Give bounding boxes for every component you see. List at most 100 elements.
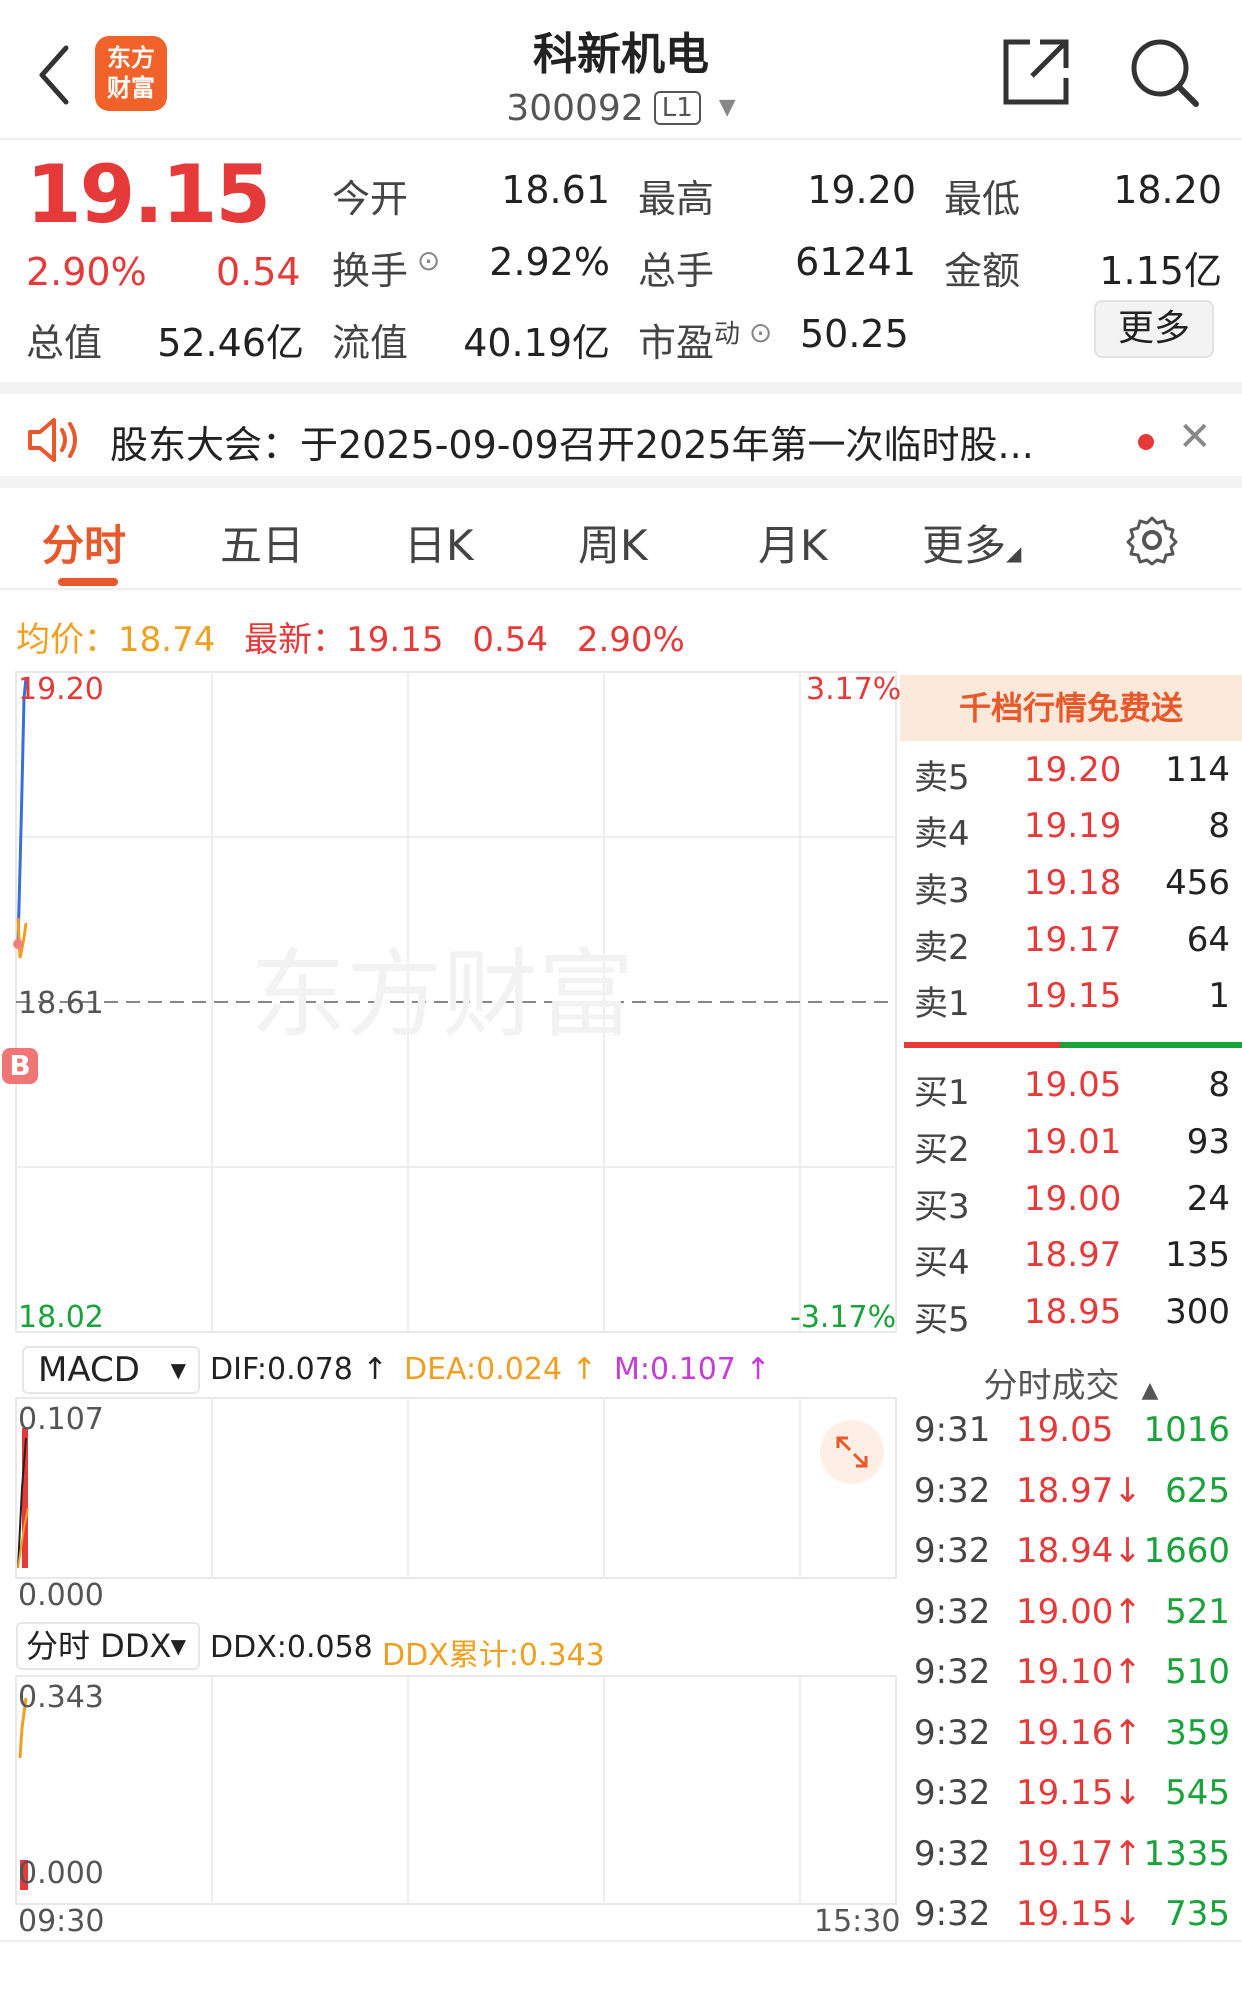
tick-price: 19.15↓	[1016, 1894, 1142, 1934]
share-button[interactable]	[1000, 36, 1072, 108]
dropdown-triangle-icon: ▼	[170, 1358, 186, 1382]
average-line	[16, 917, 28, 959]
ddx-indicator-select[interactable]: 分时 DDX ▼	[16, 1622, 200, 1670]
tick-price: 19.16↑	[1016, 1713, 1142, 1753]
ask-row[interactable]: 卖1 19.15 1	[914, 976, 1230, 1030]
close-icon[interactable]: ✕	[1178, 414, 1212, 460]
ask-volume: 64	[1186, 920, 1230, 960]
tick-time: 9:32	[914, 1471, 991, 1511]
y-axis-top-label: 19.20	[18, 672, 104, 707]
ask-row[interactable]: 卖2 19.17 64	[914, 920, 1230, 974]
pe-label[interactable]: 市盈动 ⊙	[638, 312, 772, 367]
ask-row[interactable]: 卖5 19.20 114	[914, 750, 1230, 804]
price-marker-dot	[13, 939, 23, 949]
ddx-value: DDX:0.058	[210, 1630, 373, 1665]
bid-row[interactable]: 买2 19.01 93	[914, 1122, 1230, 1176]
bid-volume: 135	[1165, 1235, 1230, 1275]
volume-value: 61241	[795, 240, 916, 284]
tick-row[interactable]: 9:32 19.00↑ 521	[914, 1592, 1230, 1648]
ask-price: 19.18	[1024, 863, 1122, 903]
bid-price: 19.00	[1024, 1179, 1122, 1219]
bid-row[interactable]: 买1 19.05 8	[914, 1065, 1230, 1119]
volume-label: 总手	[638, 249, 715, 293]
tick-row[interactable]: 9:32 19.16↑ 359	[914, 1713, 1230, 1769]
tick-row[interactable]: 9:32 18.94↓ 1660	[914, 1531, 1230, 1587]
tick-price: 19.17↑	[1016, 1834, 1142, 1874]
tick-row[interactable]: 9:32 18.97↓ 625	[914, 1471, 1230, 1527]
tick-price: 19.10↑	[1016, 1652, 1142, 1692]
tick-volume: 545	[1165, 1773, 1230, 1813]
chart-period-tabs: 分时 五日 日K 周K 月K 更多◢	[0, 488, 1242, 590]
corner-triangle-icon: ◢	[1006, 541, 1022, 565]
ask-level-label: 卖3	[914, 871, 970, 911]
amount-label: 金额	[944, 249, 1021, 293]
tick-price: 19.15↓	[1016, 1773, 1142, 1813]
open-label: 今开	[332, 177, 409, 221]
tab-daily-k[interactable]: 日K	[404, 512, 474, 573]
ask-volume: 8	[1208, 806, 1230, 846]
ask-price: 19.17	[1024, 920, 1122, 960]
expand-button-bg[interactable]	[820, 1420, 884, 1484]
tick-time: 9:32	[914, 1652, 991, 1692]
ask-row[interactable]: 卖3 19.18 456	[914, 863, 1230, 917]
tab-weekly-k[interactable]: 周K	[578, 512, 648, 573]
tick-row[interactable]: 9:32 19.10↑ 510	[914, 1652, 1230, 1708]
ddx-y-top-label: 0.343	[18, 1680, 104, 1715]
macd-y-bottom-label: 0.000	[18, 1578, 104, 1613]
bid-volume: 24	[1186, 1179, 1230, 1219]
announcement-bar[interactable]: 股东大会：于2025-09-09召开2025年第一次临时股... ✕	[0, 382, 1242, 488]
search-button[interactable]	[1128, 36, 1200, 108]
ask-price: 19.19	[1024, 806, 1122, 846]
ddx-y-bottom-label: 0.000	[18, 1856, 104, 1891]
dif-value: DIF:0.078 ↑	[210, 1352, 388, 1387]
buy-marker-badge[interactable]: B	[2, 1048, 38, 1084]
turnover-label[interactable]: 换手 ⊙	[332, 240, 440, 295]
tick-row[interactable]: 9:32 19.17↑ 1335	[914, 1834, 1230, 1890]
tick-volume: 359	[1165, 1713, 1230, 1753]
tab-intraday[interactable]: 分时	[42, 512, 126, 573]
tick-volume: 1660	[1143, 1531, 1230, 1571]
turnover-value: 2.92%	[489, 240, 610, 284]
tab-monthly-k[interactable]: 月K	[758, 512, 828, 573]
change-percent: 2.90%	[26, 250, 147, 294]
watermark-text: 东方财富	[250, 939, 634, 1051]
bid-volume: 8	[1208, 1065, 1230, 1105]
unread-dot	[1138, 434, 1154, 450]
open-value: 18.61	[501, 168, 610, 212]
tick-trades-header[interactable]: 分时成交 ▲	[900, 1358, 1242, 1407]
low-label: 最低	[944, 177, 1021, 221]
bid-row[interactable]: 买5 18.95 300	[914, 1292, 1230, 1346]
top-nav-bar: 东方 财富 科新机电 300092 L1 ▼	[0, 0, 1242, 140]
market-cap-label: 总值	[26, 321, 103, 365]
buy-sell-ratio-bar-green	[1060, 1042, 1242, 1048]
tab-more[interactable]: 更多◢	[922, 512, 1021, 573]
macd-y-top-label: 0.107	[18, 1402, 104, 1437]
more-fields-button[interactable]: 更多	[1094, 300, 1214, 358]
intraday-chart[interactable]: 东方财富	[0, 668, 900, 1940]
ask-level-label: 卖4	[914, 814, 970, 854]
announcement-text: 股东大会：于2025-09-09召开2025年第一次临时股...	[110, 423, 1034, 467]
pe-value: 50.25	[800, 312, 909, 356]
high-label: 最高	[638, 177, 715, 221]
tick-volume: 1016	[1143, 1410, 1230, 1450]
tick-price: 18.97↓	[1016, 1471, 1142, 1511]
tick-volume: 735	[1165, 1894, 1230, 1934]
tick-price: 19.05	[1016, 1410, 1114, 1450]
tick-row[interactable]: 9:32 19.15↓ 735	[914, 1894, 1230, 1950]
info-icon[interactable]: ⊙	[408, 244, 440, 277]
tick-row[interactable]: 9:32 19.15↓ 545	[914, 1773, 1230, 1829]
m-value: M:0.107 ↑	[614, 1352, 771, 1387]
y-axis-mid-label: 18.61	[18, 986, 104, 1021]
tick-row[interactable]: 9:31 19.05 1016	[914, 1410, 1230, 1466]
settings-gear-icon[interactable]	[1126, 514, 1178, 566]
info-icon[interactable]: ⊙	[740, 316, 772, 349]
tick-time: 9:32	[914, 1713, 991, 1753]
ask-row[interactable]: 卖4 19.19 8	[914, 806, 1230, 860]
bid-row[interactable]: 买4 18.97 135	[914, 1235, 1230, 1289]
tick-time: 9:31	[914, 1410, 991, 1450]
dropdown-caret-icon[interactable]: ▼	[719, 95, 736, 120]
depth-promo-banner[interactable]: 千档行情免费送	[900, 675, 1242, 741]
tab-five-day[interactable]: 五日	[220, 512, 304, 573]
macd-indicator-select[interactable]: MACD ▼	[22, 1346, 200, 1394]
bid-row[interactable]: 买3 19.00 24	[914, 1179, 1230, 1233]
